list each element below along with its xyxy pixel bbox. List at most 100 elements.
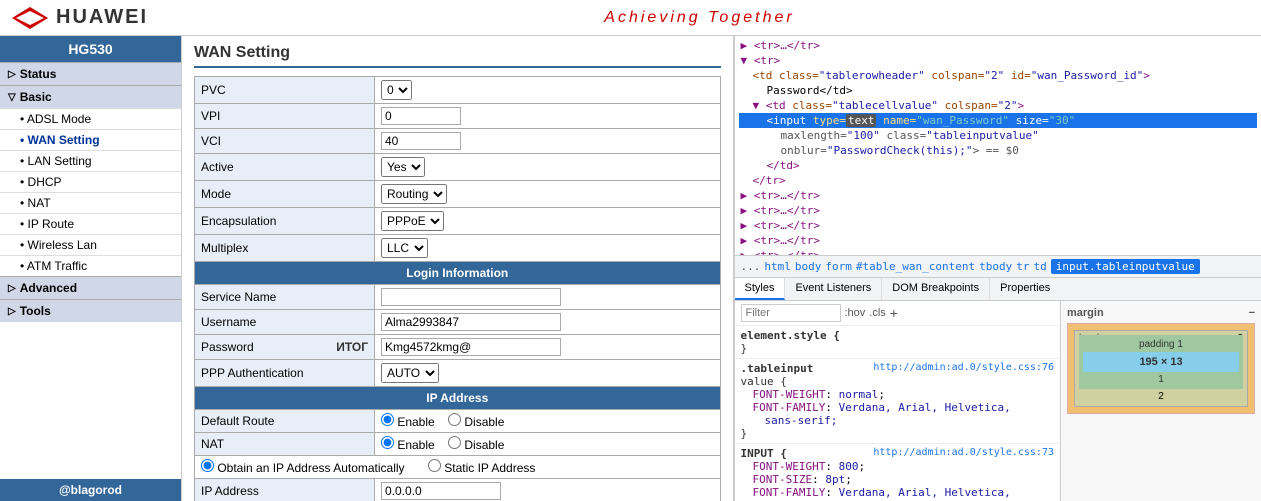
status-arrow-icon: ▷ [8, 69, 16, 80]
username-value [375, 310, 721, 335]
ip-address-label: IP Address [195, 479, 375, 501]
username-input[interactable] [381, 313, 561, 331]
password-input[interactable] [381, 338, 561, 356]
tableinput-selector: .tableinput [741, 362, 814, 375]
service-name-input[interactable] [381, 288, 561, 306]
obtain-auto-label[interactable]: Obtain an IP Address Automatically [201, 461, 405, 475]
main-layout: HG530 ▷ Status ▽ Basic • ADSL Mode • WAN… [0, 36, 1261, 501]
default-route-enable-radio[interactable] [381, 413, 394, 426]
html-line: ▶ <tr>…</tr> [739, 188, 1258, 203]
vpi-label: VPI [195, 104, 375, 129]
styles-filter-bar: :hov .cls + [735, 301, 1061, 326]
html-line: ▶ <tr>…</tr> [739, 38, 1258, 53]
bc-item[interactable]: html [764, 260, 791, 273]
table-row: IP Address [195, 479, 721, 501]
html-line: ▼ <tr> [739, 53, 1258, 68]
tableinput-source-link[interactable]: http://admin:ad.0/style.css:76 [873, 362, 1054, 375]
bc-item[interactable]: #table_wan_content [856, 260, 975, 273]
default-route-enable-label[interactable]: Enable [381, 415, 435, 429]
box-border-bottom: 2 [1079, 391, 1243, 402]
table-row: Obtain an IP Address Automatically Stati… [195, 456, 721, 479]
box-content-dim: 195 × 13 [1139, 356, 1182, 368]
multiplex-select[interactable]: LLCVC [381, 238, 428, 258]
box-border: border 2 padding 1 195 × 13 1 2 [1074, 330, 1248, 407]
tab-dom-breakpoints[interactable]: DOM Breakpoints [882, 278, 990, 300]
tagline: Achieving Together [148, 9, 1251, 27]
sidebar-item-tools[interactable]: ▷ Tools [0, 299, 181, 322]
mode-label: Mode [195, 181, 375, 208]
nat-enable-label[interactable]: Enable [381, 438, 435, 452]
encapsulation-select[interactable]: PPPoEPPPoA [381, 211, 444, 231]
ppp-auth-select[interactable]: AUTOPAPCHAP [381, 363, 439, 383]
vci-input[interactable] [381, 132, 461, 150]
devtools-tabs: Styles Event Listeners DOM Breakpoints P… [735, 278, 1261, 301]
sidebar-item-wireless-lan[interactable]: • Wireless Lan [0, 234, 181, 255]
pvc-select[interactable]: 0 [381, 80, 412, 100]
table-row: Service Name [195, 285, 721, 310]
sidebar-item-status[interactable]: ▷ Status [0, 62, 181, 85]
box-model-panel: margin − border 2 padding 1 195 [1061, 301, 1261, 501]
huawei-logo-icon [10, 5, 50, 31]
element-style-close: } [741, 342, 1055, 355]
obtain-auto-radio[interactable] [201, 459, 214, 472]
input-rule: INPUT { http://admin:ad.0/style.css:73 F… [735, 443, 1061, 501]
bc-item[interactable]: body [795, 260, 822, 273]
nat-label: NAT [195, 433, 375, 456]
box-model-title: margin − [1067, 307, 1255, 319]
bc-highlight[interactable]: input.tableinputvalue [1051, 259, 1200, 274]
html-line: </td> [739, 158, 1258, 173]
default-route-disable-label[interactable]: Disable [448, 415, 504, 429]
tools-label: Tools [20, 304, 51, 318]
bc-item[interactable]: td [1033, 260, 1046, 273]
tab-event-listeners[interactable]: Event Listeners [785, 278, 882, 300]
bc-item[interactable]: tbody [979, 260, 1012, 273]
tab-styles[interactable]: Styles [735, 278, 786, 300]
devtools-html: ▶ <tr>…</tr> ▼ <tr> <td class="tablerowh… [735, 36, 1261, 256]
sidebar-item-ip-route[interactable]: • IP Route [0, 213, 181, 234]
hov-button[interactable]: :hov [845, 307, 866, 319]
mode-select[interactable]: RoutingBridge [381, 184, 447, 204]
ip-address-input[interactable] [381, 482, 501, 500]
table-row: Encapsulation PPPoEPPPoA [195, 208, 721, 235]
sidebar-item-basic[interactable]: ▽ Basic [0, 85, 181, 108]
nat-value: Enable Disable [375, 433, 721, 456]
vpi-input[interactable] [381, 107, 461, 125]
bc-item[interactable]: form [825, 260, 852, 273]
nat-enable-radio[interactable] [381, 436, 394, 449]
table-row: NAT Enable Disable [195, 433, 721, 456]
bc-item[interactable]: tr [1016, 260, 1029, 273]
sidebar-item-atm-traffic[interactable]: • ATM Traffic [0, 255, 181, 276]
html-line: </tr> [739, 173, 1258, 188]
wan-setting-table: PVC 0 VPI VCI Active [194, 76, 721, 501]
default-route-disable-radio[interactable] [448, 413, 461, 426]
sidebar-item-lan-setting[interactable]: • LAN Setting [0, 150, 181, 171]
sidebar-item-dhcp[interactable]: • DHCP [0, 171, 181, 192]
table-row: PPP Authentication AUTOPAPCHAP [195, 360, 721, 387]
sidebar-item-nat[interactable]: • NAT [0, 192, 181, 213]
login-info-header-row: Login Information [195, 262, 721, 285]
sidebar-item-advanced[interactable]: ▷ Advanced [0, 276, 181, 299]
styles-filter-input[interactable] [741, 304, 841, 322]
device-label: HG530 [0, 36, 181, 62]
tab-properties[interactable]: Properties [990, 278, 1060, 300]
tableinput-font-family2: sans-serif; [765, 414, 1055, 427]
input-source-link[interactable]: http://admin:ad.0/style.css:73 [873, 447, 1054, 460]
html-line: <td class="tablerowheader" colspan="2" i… [739, 68, 1258, 83]
add-style-button[interactable]: + [890, 305, 898, 321]
active-select[interactable]: YesNo [381, 157, 425, 177]
sidebar-item-wan-setting[interactable]: • WAN Setting [0, 129, 181, 150]
table-row: VCI [195, 129, 721, 154]
logo-area: HUAWEI [10, 5, 148, 31]
table-row: ИТОГ Password [195, 335, 721, 360]
multiplex-value: LLCVC [375, 235, 721, 262]
nat-disable-radio[interactable] [448, 436, 461, 449]
password-marker: ИТОГ [336, 340, 368, 354]
static-ip-radio[interactable] [428, 459, 441, 472]
default-route-value: Enable Disable [375, 410, 721, 433]
basic-label: Basic [20, 90, 52, 104]
cls-button[interactable]: .cls [869, 307, 886, 319]
sidebar-item-adsl-mode[interactable]: • ADSL Mode [0, 108, 181, 129]
static-ip-label[interactable]: Static IP Address [428, 461, 536, 475]
default-route-label: Default Route [195, 410, 375, 433]
nat-disable-label[interactable]: Disable [448, 438, 504, 452]
